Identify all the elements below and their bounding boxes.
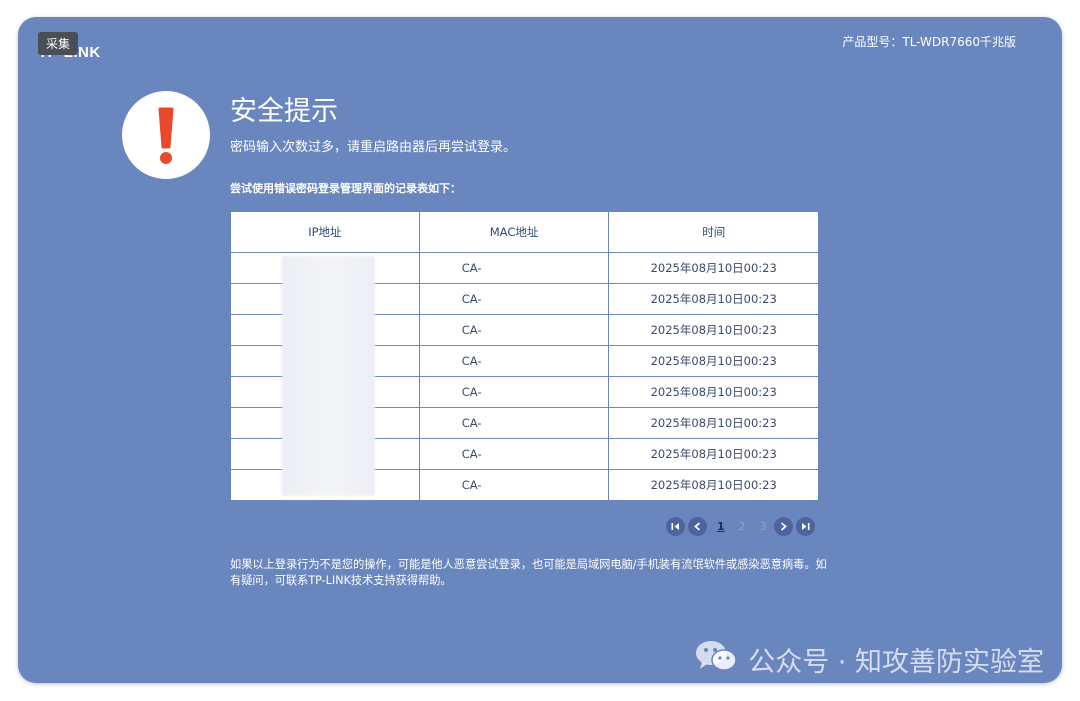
column-header-mac: MAC地址 — [418, 211, 610, 253]
mac-cell: CA- — [418, 376, 610, 408]
next-page-icon[interactable] — [773, 516, 793, 536]
time-cell: 2025年08月10日00:23 — [608, 283, 819, 315]
time-cell: 2025年08月10日00:23 — [608, 407, 819, 439]
product-model: 产品型号：TL-WDR7660千兆版 — [842, 35, 1016, 49]
collect-badge[interactable]: 采集 — [38, 32, 79, 55]
watermark-text: 公众号 · 知攻善防实验室 — [748, 647, 1044, 678]
exclamation-icon — [158, 107, 174, 164]
mac-cell: CA- — [418, 314, 610, 346]
mac-cell: CA- — [418, 407, 610, 439]
mac-cell: CA- — [418, 345, 610, 377]
mac-cell: CA- — [418, 469, 610, 501]
router-alert-window: TP-LINK 采集 产品型号：TL-WDR7660千兆版 安全提示 密码输入次… — [18, 17, 1062, 683]
alert-message: 密码输入次数过多，请重启路由器后再尝试登录。 — [230, 140, 517, 155]
column-header-ip: IP地址 — [230, 211, 420, 253]
page-1[interactable]: 1 — [717, 520, 725, 533]
table-header-row: IP地址 MAC地址 时间 — [230, 211, 819, 253]
mac-cell: CA- — [418, 438, 610, 470]
column-header-time: 时间 — [608, 211, 819, 253]
time-cell: 2025年08月10日00:23 — [608, 314, 819, 346]
time-cell: 2025年08月10日00:23 — [608, 469, 819, 501]
time-cell: 2025年08月10日00:23 — [608, 438, 819, 470]
wechat-icon — [694, 639, 738, 680]
time-cell: 2025年08月10日00:23 — [608, 252, 819, 284]
first-page-icon[interactable] — [666, 516, 685, 536]
alert-icon — [122, 91, 210, 179]
page-title: 安全提示 — [230, 96, 338, 127]
mac-redaction — [282, 256, 375, 496]
mac-cell: CA- — [418, 252, 610, 284]
time-cell: 2025年08月10日00:23 — [608, 376, 819, 408]
last-page-icon[interactable] — [795, 516, 815, 536]
page-3[interactable]: 3 — [760, 520, 767, 533]
pagination: 1 2 3 — [666, 515, 818, 537]
time-cell: 2025年08月10日00:23 — [608, 345, 819, 377]
page-2[interactable]: 2 — [739, 520, 746, 533]
mac-cell: CA- — [418, 283, 610, 315]
watermark: 公众号 · 知攻善防实验室 — [694, 639, 1044, 680]
prev-page-icon[interactable] — [688, 516, 707, 536]
footer-note: 如果以上登录行为不是您的操作，可能是他人恶意尝试登录，也可能是局域网电脑/手机装… — [230, 558, 827, 587]
records-caption: 尝试使用错误密码登录管理界面的记录表如下： — [230, 182, 461, 195]
